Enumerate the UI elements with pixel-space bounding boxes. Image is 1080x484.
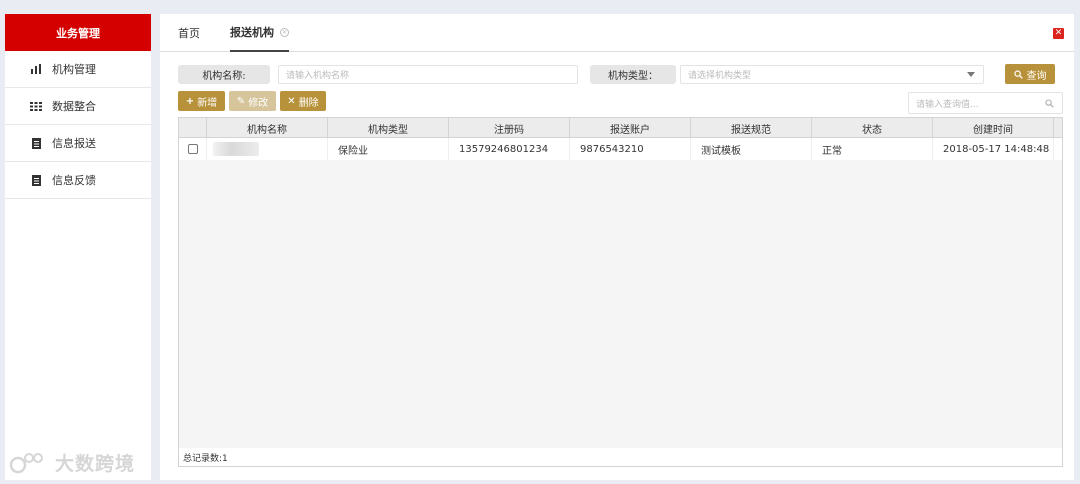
sidebar-item-label: 信息反馈: [52, 174, 96, 187]
watermark-logo: 大数跨境: [9, 449, 135, 476]
chevron-down-icon: [967, 72, 975, 77]
edit-button[interactable]: ✎ 修改: [229, 91, 276, 111]
sidebar-item-label: 信息报送: [52, 137, 96, 150]
grid-footer: 总记录数:1: [178, 448, 1063, 467]
quick-search-placeholder: 请输入查询值...: [916, 99, 979, 110]
document-icon: [29, 137, 43, 149]
column-header[interactable]: 创建时间: [933, 118, 1054, 138]
plus-icon: +: [185, 95, 195, 107]
cell-spec: 测试模板: [691, 138, 812, 160]
sidebar-item-data-integration[interactable]: 数据整合: [5, 88, 151, 125]
bar-chart-icon: [29, 64, 43, 74]
grid-header: 机构名称 机构类型 注册码 报送账户 报送规范 状态 创建时间: [179, 118, 1062, 138]
sidebar-item-label: 机构管理: [52, 63, 96, 76]
sidebar-item-label: 数据整合: [52, 100, 96, 113]
org-type-label: 机构类型：: [590, 65, 676, 84]
tab-label: 首页: [178, 27, 200, 40]
data-grid: 机构名称 机构类型 注册码 报送账户 报送规范 状态 创建时间 保险业 1357…: [178, 117, 1063, 467]
sidebar: 业务管理 机构管理 数据整合 信息报送 信息反馈 大数跨境: [5, 14, 151, 480]
org-name-label: 机构名称:: [178, 65, 270, 84]
column-header[interactable]: 注册码: [449, 118, 570, 138]
column-header[interactable]: 报送账户: [570, 118, 691, 138]
org-type-placeholder: 请选择机构类型: [688, 71, 752, 81]
delete-x-icon: ✕: [287, 95, 296, 107]
search-icon: [1013, 69, 1023, 79]
tab-bar: 首页 报送机构 ✕ ✕: [160, 14, 1074, 52]
add-button-label: 新增: [197, 97, 218, 109]
column-header[interactable]: 机构名称: [207, 118, 328, 138]
query-button-label: 查询: [1026, 70, 1047, 82]
sidebar-item-info-report[interactable]: 信息报送: [5, 125, 151, 162]
pencil-icon: ✎: [236, 95, 246, 107]
cell-org-type: 保险业: [328, 138, 449, 160]
tab-home[interactable]: 首页: [178, 14, 200, 52]
sidebar-item-org-management[interactable]: 机构管理: [5, 51, 151, 88]
header-checkbox-cell: [179, 118, 207, 138]
row-checkbox[interactable]: [188, 144, 198, 154]
cell-reg-code: 13579246801234: [449, 138, 570, 160]
column-header[interactable]: 报送规范: [691, 118, 812, 138]
add-button[interactable]: + 新增: [178, 91, 225, 111]
sidebar-item-info-feedback[interactable]: 信息反馈: [5, 162, 151, 199]
tab-report-org[interactable]: 报送机构 ✕: [230, 14, 289, 52]
tab-label: 报送机构: [230, 26, 274, 39]
cell-account: 9876543210: [570, 138, 691, 160]
cell-status: 正常: [812, 138, 933, 160]
search-icon: [1045, 99, 1054, 108]
column-header[interactable]: 状态: [812, 118, 933, 138]
logo-icon: [9, 452, 43, 473]
delete-button[interactable]: ✕ 删除: [280, 91, 326, 111]
cell-created: 2018-05-17 14:48:48: [933, 138, 1054, 160]
edit-button-label: 修改: [248, 97, 269, 109]
main-panel: 首页 报送机构 ✕ ✕ 机构名称: 请输入机构名称 机构类型： 请选择机构类型 …: [160, 14, 1074, 480]
org-type-select[interactable]: 请选择机构类型: [680, 65, 984, 84]
tab-close-icon[interactable]: ✕: [280, 27, 289, 37]
redacted-org-name: [213, 142, 259, 156]
document-icon: [29, 174, 43, 186]
close-icon[interactable]: ✕: [1053, 28, 1064, 39]
sidebar-title: 业务管理: [5, 14, 151, 51]
row-checkbox-cell: [179, 138, 207, 160]
org-name-placeholder: 请输入机构名称: [286, 71, 350, 81]
org-name-input[interactable]: 请输入机构名称: [278, 65, 578, 84]
grid-icon: [29, 101, 43, 111]
quick-search-input[interactable]: 请输入查询值...: [908, 92, 1063, 114]
column-header[interactable]: 机构类型: [328, 118, 449, 138]
watermark-text: 大数跨境: [55, 453, 136, 475]
query-button[interactable]: 查询: [1005, 64, 1055, 84]
cell-org-name: [207, 138, 328, 160]
delete-button-label: 删除: [298, 97, 319, 109]
table-row[interactable]: 保险业 13579246801234 9876543210 测试模板 正常 20…: [179, 138, 1062, 160]
total-count: 总记录数:1: [183, 453, 228, 464]
